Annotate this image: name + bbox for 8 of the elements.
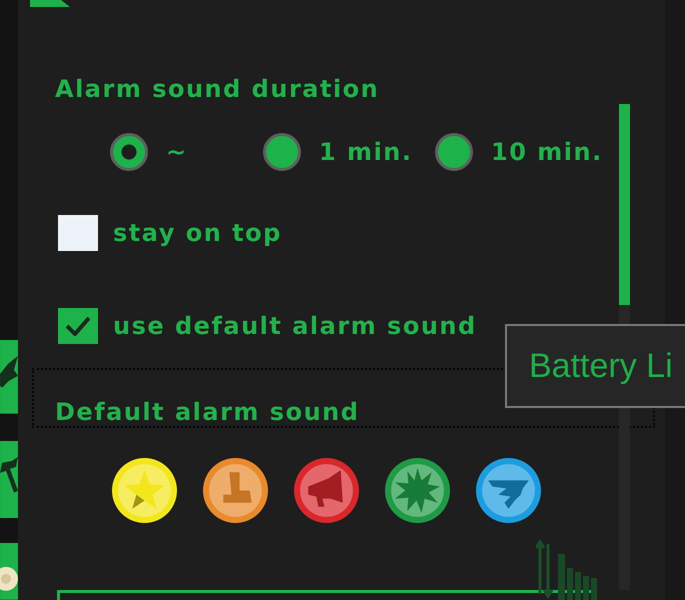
tooltip: Battery Li <box>505 324 685 408</box>
checkbox-label: use default alarm sound <box>113 311 477 341</box>
radio-label: ~ <box>166 137 188 167</box>
radio-label: 1 min. <box>319 137 412 167</box>
checkbox-label: stay on top <box>113 218 282 248</box>
section-heading: Alarm sound duration <box>55 74 380 104</box>
radio-label: 10 min. <box>491 137 603 167</box>
section-heading: Default alarm sound <box>55 398 360 426</box>
